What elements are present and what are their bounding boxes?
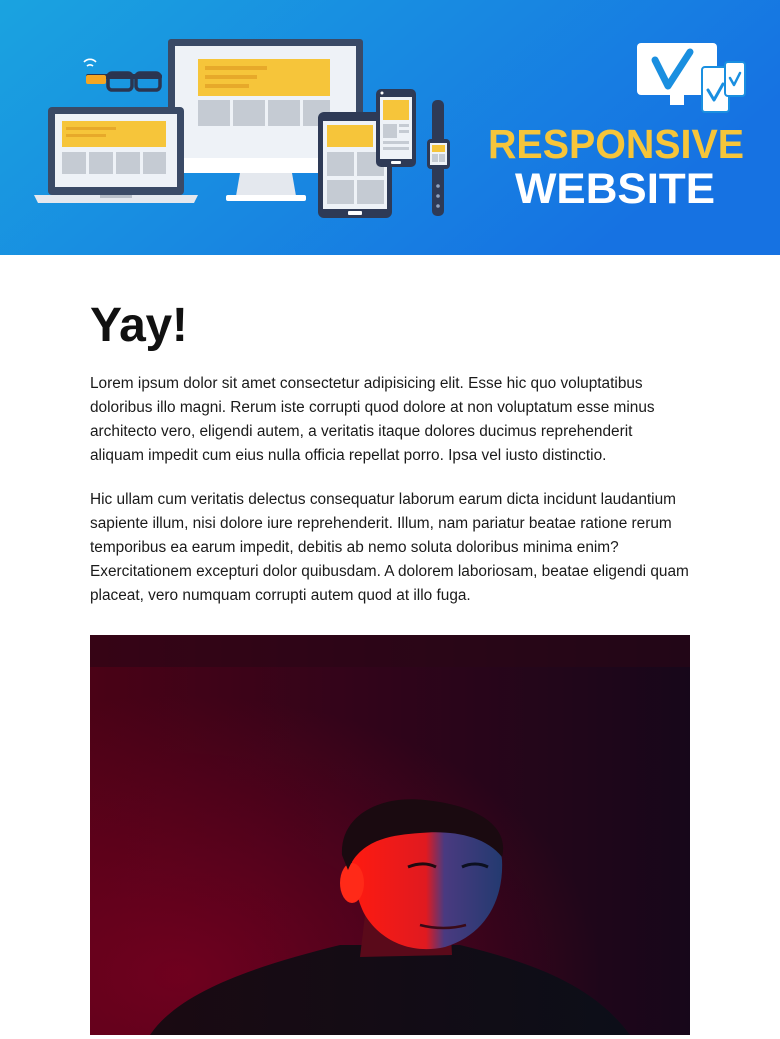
hero-banner: RESPONSIVE WEBSITE <box>0 0 780 255</box>
smartphone-icon <box>376 89 416 167</box>
laptop-icon <box>34 107 198 203</box>
portrait-photo-icon <box>90 635 690 1035</box>
brand-title-line2: WEBSITE <box>515 165 715 213</box>
page-title: Yay! <box>90 299 188 352</box>
article-content: Yay! Lorem ipsum dolor sit amet consecte… <box>90 300 690 608</box>
paragraph: Hic ullam cum veritatis delectus consequ… <box>90 491 689 604</box>
paragraph: Lorem ipsum dolor sit amet consectetur a… <box>90 375 655 464</box>
brand-title-line1: RESPONSIVE <box>488 121 744 167</box>
